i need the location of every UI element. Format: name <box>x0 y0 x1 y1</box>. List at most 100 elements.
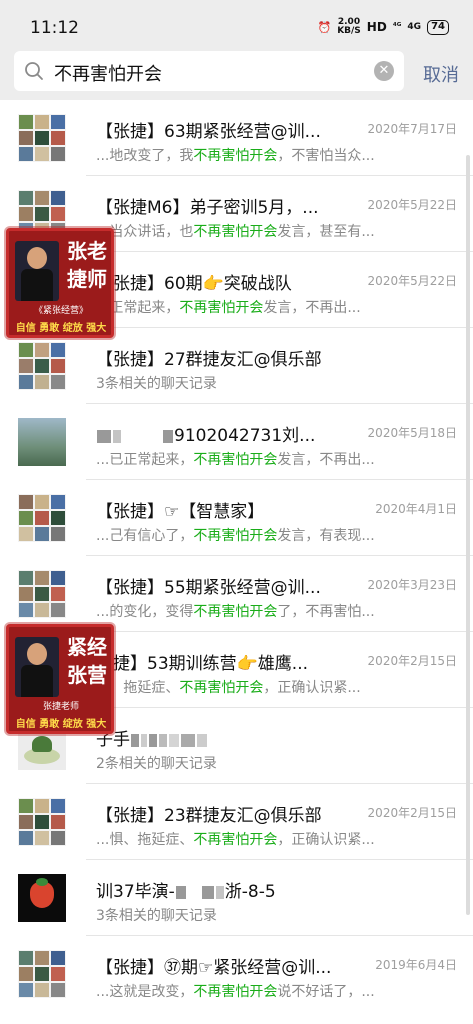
snippet-highlight: 不再害怕开会 <box>179 680 264 696</box>
signal-icon-2: 4G <box>407 22 422 32</box>
search-input[interactable]: 不再害怕开会 ✕ <box>14 51 404 91</box>
result-title-text: 训37毕演- <box>96 882 175 902</box>
cancel-button[interactable]: 取消 <box>423 61 459 87</box>
result-title: 【张捷】27群捷友汇@俱乐部 <box>96 350 322 370</box>
sticker-motto: 自信 勇敢 绽放 强大 <box>15 719 107 730</box>
status-bar: 11:12 ⏰ 2.00 KB/S HD ⁴ᴳ 4G 74 <box>0 0 473 44</box>
snippet-highlight: 不再害怕开会 <box>193 148 278 164</box>
redacted-block <box>201 885 214 899</box>
redacted-block <box>197 733 207 747</box>
contact-avatar <box>18 418 66 466</box>
result-item[interactable]: 9102042731刘... 2020年5月18日 ...已正常起来，不再害怕开… <box>0 404 473 480</box>
snippet-highlight: 不再害怕开会 <box>193 452 278 468</box>
snippet-post: ，正确认识紧... <box>263 680 361 696</box>
group-avatar <box>18 570 66 618</box>
result-title: 张捷】53期训练营👉雄鹰... <box>96 654 309 674</box>
sticker-subtitle: 张捷老师 <box>42 702 79 712</box>
result-item[interactable]: 【张捷】23群捷友汇@俱乐部 2020年2月15日 ...惧、拖延症、不再害怕开… <box>0 784 473 860</box>
redacted-block <box>113 429 121 443</box>
snippet-post: ，正确认识紧... <box>277 832 375 848</box>
redacted-block <box>215 885 224 899</box>
snippet-pre: ...这就是改变， <box>96 984 194 1000</box>
result-snippet: 3条相关的聊天记录 <box>96 905 456 925</box>
redacted-block <box>181 733 195 747</box>
result-date: 2019年6月4日 <box>375 958 457 972</box>
result-item[interactable]: 训37毕演- 浙-8-5 3条相关的聊天记录 <box>0 860 473 936</box>
result-title: 【张捷】23群捷友汇@俱乐部 <box>96 806 322 826</box>
snippet-highlight: 不再害怕开会 <box>179 300 264 316</box>
result-date: 2020年2月15日 <box>367 806 457 820</box>
snippet-post: 发言，有表现... <box>277 528 375 544</box>
result-snippet: 2条相关的聊天记录 <box>96 753 456 773</box>
result-title-text: 9102042731刘... <box>174 426 316 446</box>
redacted-block <box>169 733 179 747</box>
promo-sticker: 紧经张营 张捷老师 自信 勇敢 绽放 强大 <box>6 624 114 734</box>
result-item[interactable]: 【张捷】55期紧张经营@训... 2020年3月23日 ...的变化，变得不再害… <box>0 556 473 632</box>
result-title: 训37毕演- 浙-8-5 <box>96 877 276 902</box>
group-avatar <box>18 342 66 390</box>
snippet-highlight: 不再害怕开会 <box>193 528 278 544</box>
result-date: 2020年2月15日 <box>367 654 457 668</box>
alarm-icon: ⏰ <box>317 20 332 34</box>
result-date: 2020年5月22日 <box>367 198 457 212</box>
result-snippet: ...的变化，变得不再害怕开会了，不再害怕... <box>96 601 456 621</box>
result-title: 【张捷M6】弟子密训5月，... <box>96 198 319 218</box>
scrollbar[interactable] <box>466 155 470 915</box>
redacted-block <box>149 733 157 747</box>
result-snippet: ...当众讲话，也不再害怕开会发言，甚至有... <box>96 221 456 241</box>
result-item[interactable]: 【张捷】㊲期☞紧张经营@训... 2019年6月4日 ...这就是改变，不再害怕… <box>0 936 473 1012</box>
teacher-photo <box>15 637 59 697</box>
hd-icon: HD <box>366 20 387 34</box>
snippet-post: 发言，不再出... <box>277 452 375 468</box>
result-item[interactable]: 【张捷】☞【智慧家】 2020年4月1日 ...己有信心了，不再害怕开会发言，有… <box>0 480 473 556</box>
result-date: 2020年4月1日 <box>375 502 457 516</box>
snippet-pre: ...地改变了，我 <box>96 148 194 164</box>
result-snippet: ...这就是改变，不再害怕开会说不好话了，... <box>96 981 456 1001</box>
status-icons: ⏰ 2.00 KB/S HD ⁴ᴳ 4G 74 <box>317 18 449 36</box>
redacted-block <box>159 733 167 747</box>
search-bar: 不再害怕开会 ✕ 取消 <box>0 44 473 100</box>
snippet-highlight: 不再害怕开会 <box>193 604 278 620</box>
snippet-post: 发言，不再出... <box>263 300 361 316</box>
search-query: 不再害怕开会 <box>54 64 162 85</box>
redacted-block <box>131 733 139 747</box>
snippet-pre: 3条相关的聊天记录 <box>96 376 217 392</box>
sticker-title: 张老捷师 <box>67 239 107 291</box>
redacted-block <box>163 429 173 443</box>
snippet-highlight: 不再害怕开会 <box>193 224 278 240</box>
snippet-pre: 3条相关的聊天记录 <box>96 908 217 924</box>
snippet-post: 说不好话了，... <box>277 984 375 1000</box>
teacher-photo <box>15 241 59 301</box>
snippet-post: ，不害怕当众... <box>277 148 375 164</box>
result-title: 【张捷】㊲期☞紧张经营@训... <box>96 958 332 978</box>
redacted-block <box>175 885 186 899</box>
result-title-tail: 浙-8-5 <box>224 882 276 902</box>
result-snippet: ...己有信心了，不再害怕开会发言，有表现... <box>96 525 456 545</box>
battery-icon: 74 <box>427 19 449 35</box>
group-avatar <box>18 114 66 162</box>
net-speed-unit: KB/S <box>337 26 361 36</box>
group-avatar <box>18 950 66 998</box>
sticker-motto: 自信 勇敢 绽放 强大 <box>15 323 107 334</box>
snippet-post: 了，不再害怕... <box>277 604 375 620</box>
result-snippet: ...、拖延症、不再害怕开会，正确认识紧... <box>96 677 456 697</box>
group-avatar <box>18 798 66 846</box>
result-item[interactable]: 【张捷】27群捷友汇@俱乐部 3条相关的聊天记录 <box>0 328 473 404</box>
promo-sticker: 张老捷师 《紧张经营》 自信 勇敢 绽放 强大 <box>6 228 114 338</box>
result-title: 9102042731刘... <box>96 421 315 446</box>
contact-avatar <box>18 874 66 922</box>
result-date: 2020年5月22日 <box>367 274 457 288</box>
redacted-block <box>141 733 147 747</box>
result-title: 【张捷】60期👉突破战队 <box>96 274 292 294</box>
result-date: 2020年7月17日 <box>367 122 457 136</box>
snippet-pre: ...己有信心了， <box>96 528 194 544</box>
result-item[interactable]: 【张捷】63期紧张经营@训... 2020年7月17日 ...地改变了，我不再害… <box>0 100 473 176</box>
result-date: 2020年3月23日 <box>367 578 457 592</box>
result-snippet: ...地改变了，我不再害怕开会，不害怕当众... <box>96 145 456 165</box>
sticker-title: 紧经张营 <box>67 635 107 687</box>
clear-icon[interactable]: ✕ <box>374 61 394 81</box>
result-date: 2020年5月18日 <box>367 426 457 440</box>
snippet-post: 发言，甚至有... <box>277 224 375 240</box>
result-title: 【张捷】63期紧张经营@训... <box>96 122 321 142</box>
status-time: 11:12 <box>30 18 79 38</box>
